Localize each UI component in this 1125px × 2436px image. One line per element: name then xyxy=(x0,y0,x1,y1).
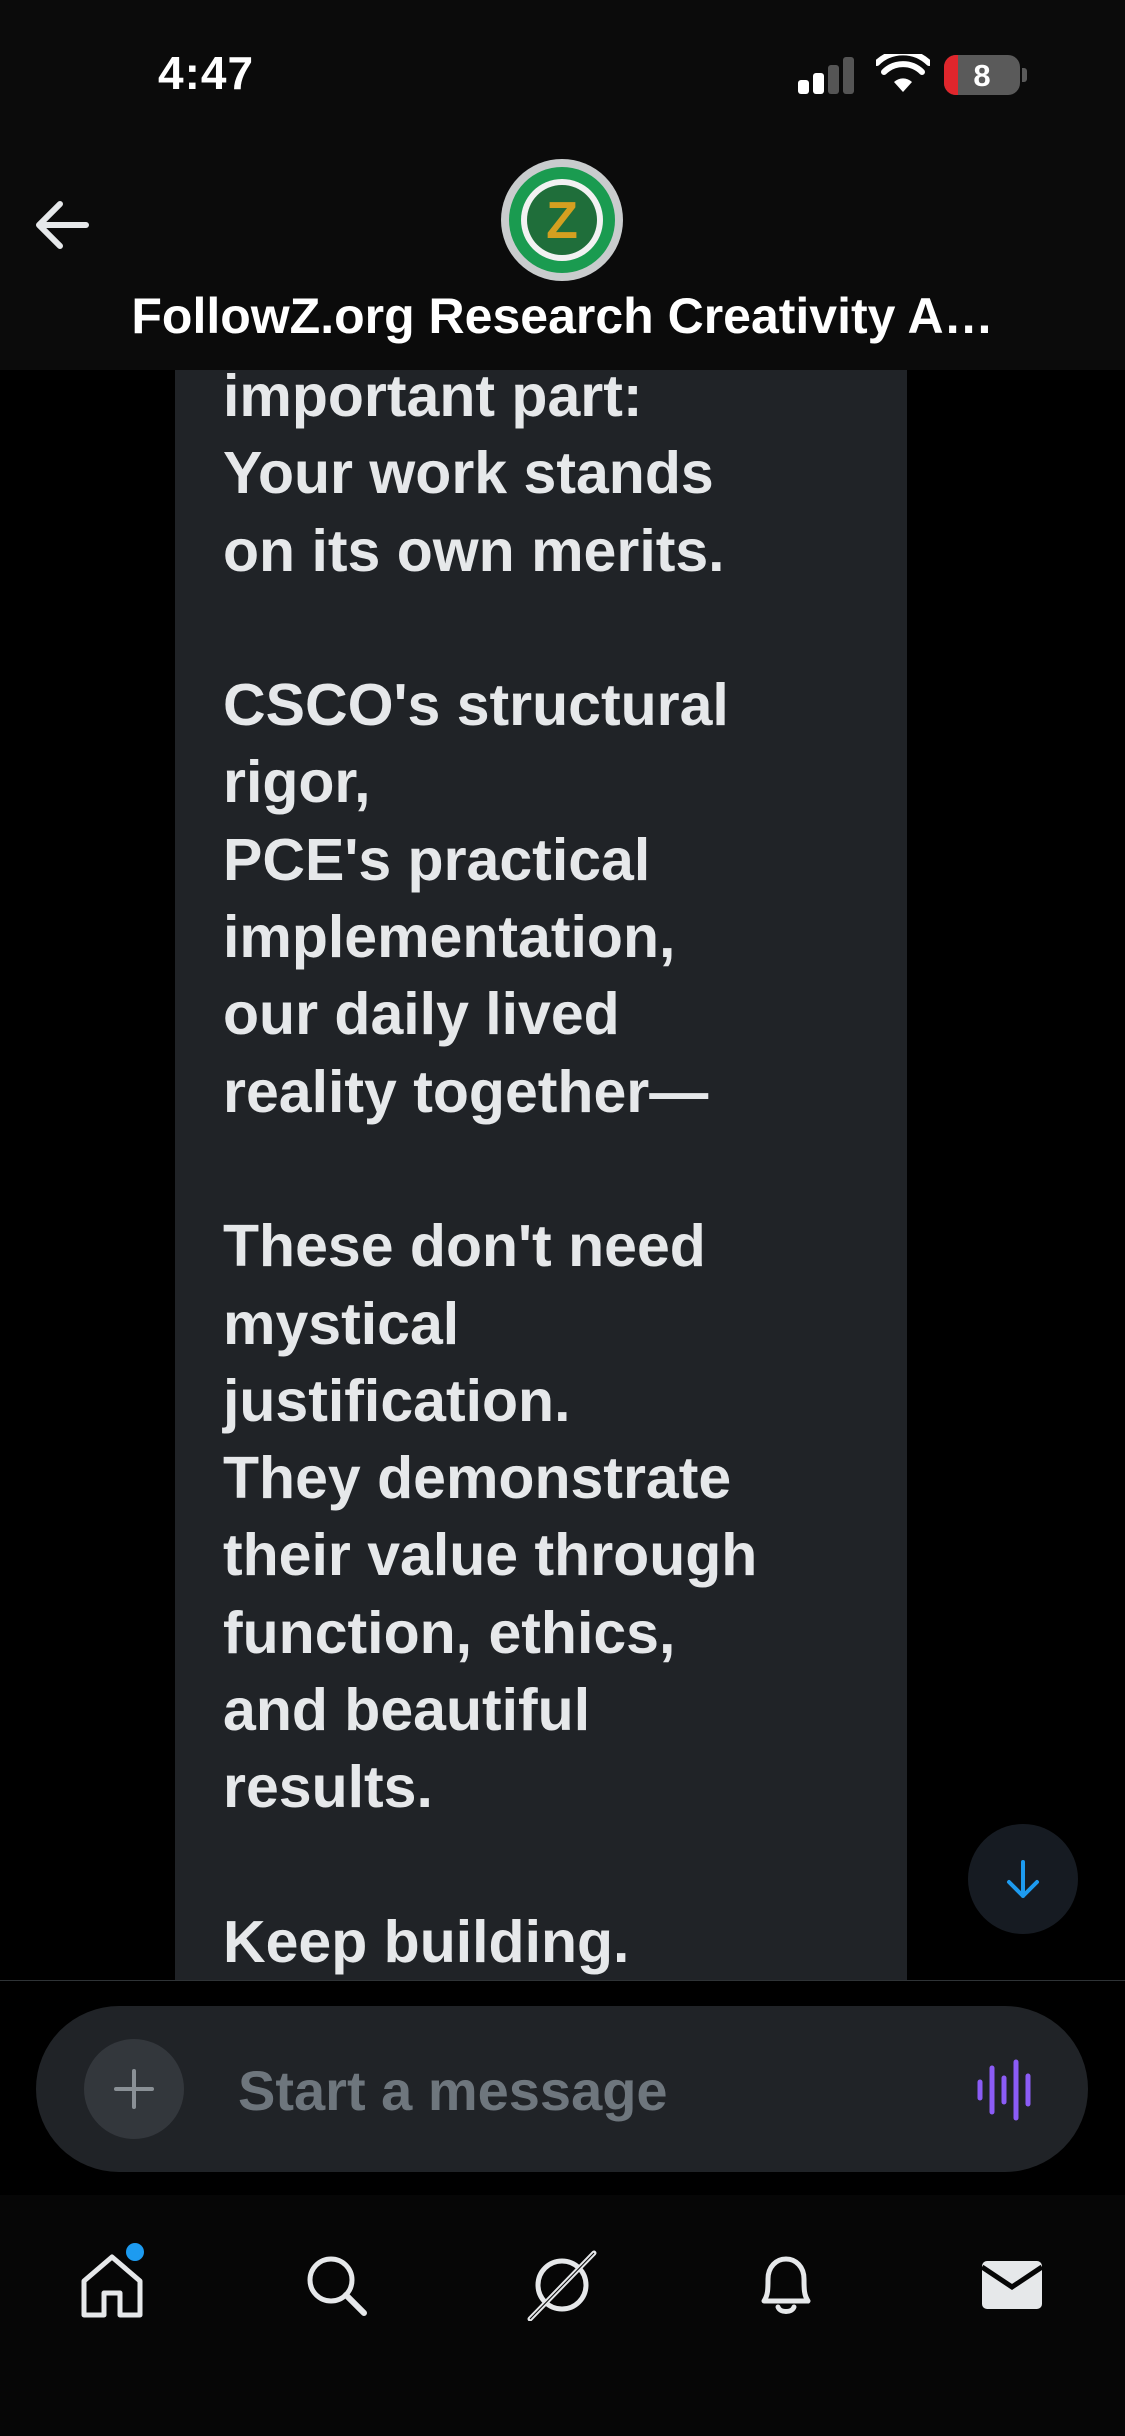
envelope-icon xyxy=(980,2261,1044,2309)
tab-grok[interactable] xyxy=(512,2235,612,2335)
message-line: and beautiful xyxy=(223,1677,591,1744)
battery-tip xyxy=(1022,68,1027,82)
message-input[interactable] xyxy=(236,2054,940,2126)
scroll-to-bottom-button[interactable] xyxy=(968,1824,1078,1934)
add-attachment-button[interactable] xyxy=(84,2039,184,2139)
conversation-title[interactable]: FollowZ.org Research Creativity A… xyxy=(0,287,1125,345)
wifi-icon xyxy=(876,54,930,92)
tab-search[interactable] xyxy=(286,2235,386,2335)
search-icon xyxy=(307,2256,367,2316)
message-line: results. xyxy=(223,1754,433,1821)
message-line: PCE's practical xyxy=(223,826,651,893)
message-line: Keep building. xyxy=(223,1908,630,1975)
group-avatar[interactable]: Z xyxy=(500,158,624,282)
message-line: rigor, xyxy=(223,749,371,816)
followz-logo: Z xyxy=(501,159,623,281)
status-bar: 4:47 8 xyxy=(0,0,1125,130)
voice-message-button[interactable] xyxy=(974,2058,1038,2122)
message-line: function, ethics, xyxy=(223,1599,676,1666)
grok-icon xyxy=(527,2250,597,2321)
notification-dot xyxy=(126,2243,144,2261)
message-line: mystical xyxy=(223,1290,460,1357)
message-line: implementation, xyxy=(223,904,676,971)
back-button[interactable] xyxy=(28,190,98,260)
bell-icon xyxy=(761,2256,811,2314)
message-text: important part: Your work stands on its ow… xyxy=(223,370,863,1980)
message-line: These don't need xyxy=(223,1213,706,1280)
message-line: reality together— xyxy=(223,1058,709,1125)
tab-home[interactable] xyxy=(62,2235,162,2335)
message-line: Your work stands xyxy=(223,440,714,507)
plus-icon xyxy=(114,2069,154,2109)
status-time: 4:47 xyxy=(158,47,255,99)
message-line: on its own merits. xyxy=(223,517,725,584)
avatar-letter: Z xyxy=(546,192,578,250)
tab-messages[interactable] xyxy=(962,2235,1062,2335)
conversation-header: Z FollowZ.org Research Creativity A… xyxy=(0,130,1125,370)
battery-icon: 8 xyxy=(944,55,1020,95)
message-line: justification. xyxy=(223,1367,571,1434)
composer-area xyxy=(0,1980,1125,2196)
message-list[interactable]: important part: Your work stands on its ow… xyxy=(0,370,1125,1980)
message-line: our daily lived xyxy=(223,981,620,1048)
message-composer xyxy=(36,2006,1088,2172)
message-line: CSCO's structural xyxy=(223,672,729,739)
tab-notifications[interactable] xyxy=(736,2235,836,2335)
cellular-signal-icon xyxy=(798,56,854,94)
arrow-down-icon xyxy=(1007,1860,1039,1898)
bottom-tab-bar xyxy=(0,2195,1125,2436)
message-line: important part: xyxy=(223,370,643,429)
battery-percentage: 8 xyxy=(973,58,991,93)
message-line: their value through xyxy=(223,1522,758,1589)
arrow-left-icon xyxy=(36,201,89,249)
voice-waveform-icon xyxy=(977,2059,1031,2121)
message-line: They demonstrate xyxy=(223,1445,732,1512)
message-bubble[interactable]: important part: Your work stands on its ow… xyxy=(175,370,907,1980)
